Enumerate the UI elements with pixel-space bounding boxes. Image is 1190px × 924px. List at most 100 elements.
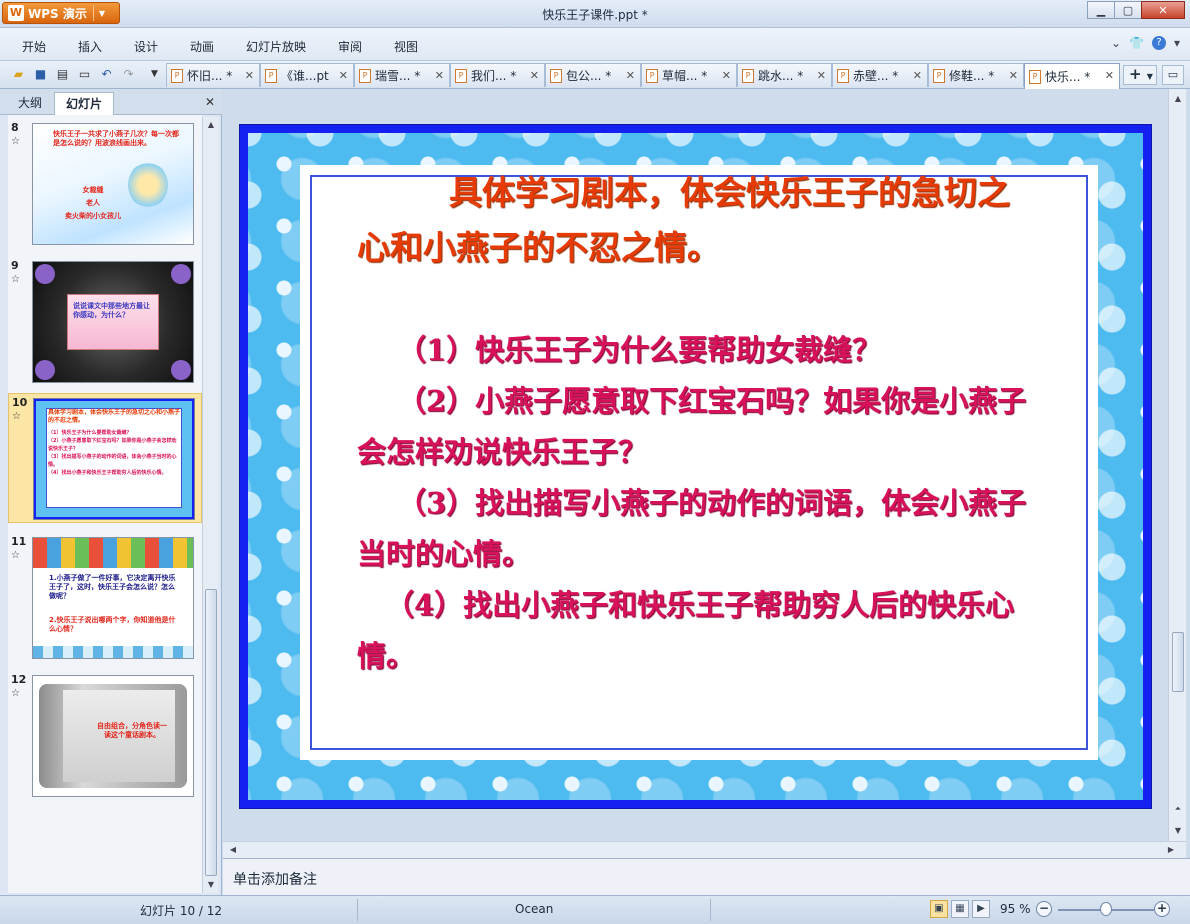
doc-tab-label: 跳水... *: [758, 69, 804, 83]
close-tab-icon[interactable]: ✕: [913, 69, 922, 82]
close-tab-icon[interactable]: ✕: [1009, 69, 1018, 82]
redo-icon[interactable]: ↷: [120, 66, 137, 83]
scrollbar-thumb[interactable]: [205, 589, 217, 876]
close-pane-icon[interactable]: ✕: [205, 95, 215, 109]
ppt-file-icon: P: [933, 68, 945, 83]
doc-tab-3[interactable]: P 瑞雪... * ✕: [354, 63, 450, 87]
ppt-file-icon: P: [359, 68, 371, 83]
slide-sorter-view-button[interactable]: ▦: [951, 900, 969, 918]
menu-design[interactable]: 设计: [134, 38, 158, 55]
zoom-in-button[interactable]: +: [1154, 901, 1170, 917]
close-tab-icon[interactable]: ✕: [245, 69, 254, 82]
pane-tabs: 大纲 幻灯片 ✕: [0, 89, 222, 115]
doc-tab-label: 包公... *: [566, 69, 612, 83]
close-tab-icon[interactable]: ✕: [817, 69, 826, 82]
thumb-text: 说说课文中那些地方最让你感动，为什么？: [73, 302, 150, 319]
menu-bar: 开始 插入 设计 动画 幻灯片放映 审阅 视图 ⌄ 👕 ? ▾: [0, 28, 1190, 61]
status-divider: [357, 899, 358, 921]
doc-tab-10-active[interactable]: P 快乐... * ✕: [1024, 63, 1120, 89]
doc-tab-9[interactable]: P 修鞋... * ✕: [928, 63, 1024, 87]
help-dropdown-icon[interactable]: ▾: [1174, 36, 1180, 50]
doc-tab-5[interactable]: P 包公... * ✕: [545, 63, 641, 87]
close-tab-icon[interactable]: ✕: [339, 69, 348, 82]
slide-thumbnail: 1.小燕子做了一件好事，它决定离开快乐王子了，这时，快乐王子会怎么说？怎么做呢？…: [32, 537, 194, 659]
slide-thumb-item-8[interactable]: 8 ☆ 快乐王子一共求了小燕子几次？每一次都是怎么说的？用波浪线画出来。 女裁缝…: [8, 119, 202, 247]
slide-item-1: （1）快乐王子为什么要帮助女裁缝？: [397, 333, 882, 367]
open-folder-icon[interactable]: ▰: [10, 66, 27, 83]
editor-horizontal-scrollbar[interactable]: ◀ ▶: [223, 841, 1186, 858]
menu-slideshow[interactable]: 幻灯片放映: [246, 38, 306, 55]
menu-animation[interactable]: 动画: [190, 38, 214, 55]
scroll-left-icon[interactable]: ◀: [225, 842, 241, 858]
animation-star-icon: ☆: [11, 136, 20, 147]
tab-outline[interactable]: 大纲: [8, 92, 52, 115]
thumbnail-scrollbar[interactable]: ▲ ▼: [202, 117, 218, 893]
scroll-up-icon[interactable]: ▲: [203, 117, 219, 133]
scroll-down-icon[interactable]: ▼: [1170, 823, 1186, 839]
slide-thumbnail: 具体学习剧本，体会快乐王子的急切之心和小燕子的不忍之情。 （1）快乐王子为什么要…: [33, 398, 195, 520]
status-bar: 幻灯片 10 / 12 Ocean ▣ ▦ ▶ 95 % − +: [0, 895, 1190, 924]
slide-thumbnail-list: 8 ☆ 快乐王子一共求了小燕子几次？每一次都是怎么说的？用波浪线画出来。 女裁缝…: [8, 115, 202, 893]
menu-insert[interactable]: 插入: [78, 38, 102, 55]
animation-star-icon: ☆: [11, 550, 20, 561]
close-window-button[interactable]: ✕: [1141, 1, 1185, 19]
doc-tab-8[interactable]: P 赤壁... * ✕: [832, 63, 928, 87]
menu-view[interactable]: 视图: [394, 38, 418, 55]
help-icon[interactable]: ?: [1151, 36, 1166, 50]
slide-thumb-item-12[interactable]: 12 ☆ 自由组合，分角色读一读这个童话剧本。: [8, 671, 202, 799]
doc-tab-1[interactable]: P 怀旧... * ✕: [166, 63, 260, 87]
doc-tab-6[interactable]: P 草帽... * ✕: [641, 63, 737, 87]
menu-home[interactable]: 开始: [22, 38, 46, 55]
save-icon[interactable]: ■: [32, 66, 49, 83]
slide-thumb-item-9[interactable]: 9 ☆ 说说课文中那些地方最让你感动，为什么？: [8, 257, 202, 385]
editor-vertical-scrollbar[interactable]: ▲ ⏶ ▼: [1168, 89, 1186, 841]
slide-title[interactable]: 具体学习剧本，体会快乐王子的急切之心和小燕子的不忍之情。: [357, 165, 1037, 275]
print-icon[interactable]: ▤: [54, 66, 71, 83]
flower-decoration: [171, 264, 191, 284]
scroll-right-icon[interactable]: ▶: [1163, 842, 1179, 858]
customize-toolbar-icon[interactable]: ▼: [146, 66, 163, 83]
normal-view-button[interactable]: ▣: [930, 900, 948, 918]
scroll-down-icon[interactable]: ▼: [203, 877, 219, 893]
new-tab-button[interactable]: + ▼: [1123, 65, 1157, 85]
skin-icon[interactable]: 👕: [1129, 36, 1144, 50]
doc-tab-7[interactable]: P 跳水... * ✕: [737, 63, 832, 87]
flower-decoration: [35, 360, 55, 380]
thumb-text: 自由组合，分角色读一读这个童话剧本。: [97, 722, 167, 739]
animation-star-icon: ☆: [11, 274, 20, 285]
doc-tab-4[interactable]: P 我们... * ✕: [450, 63, 545, 87]
close-tab-icon[interactable]: ✕: [626, 69, 635, 82]
slide-item-3: （3）找出描写小燕子的动作的词语，体会小燕子当时的心情。: [357, 486, 1027, 571]
doc-tab-2[interactable]: P 《谁...pt ✕: [260, 63, 354, 87]
scrollbar-thumb[interactable]: [1172, 632, 1184, 692]
collapse-ribbon-icon[interactable]: ⌄: [1111, 36, 1121, 50]
current-slide[interactable]: 具体学习剧本，体会快乐王子的急切之心和小燕子的不忍之情。 （1）快乐王子为什么要…: [239, 124, 1152, 809]
slideshow-view-button[interactable]: ▶: [972, 900, 990, 918]
notes-placeholder: 单击添加备注: [233, 872, 317, 888]
undo-icon[interactable]: ↶: [98, 66, 115, 83]
close-tab-icon[interactable]: ✕: [530, 69, 539, 82]
close-tab-icon[interactable]: ✕: [435, 69, 444, 82]
thumb-text: （1）快乐王子为什么要帮助女裁缝？ （2）小燕子愿意取下红宝石吗？如果你是小燕子…: [48, 430, 177, 476]
print-preview-icon[interactable]: ▭: [76, 66, 93, 83]
slide-thumb-item-10-selected[interactable]: 10 ☆ 具体学习剧本，体会快乐王子的急切之心和小燕子的不忍之情。 （1）快乐王…: [8, 393, 202, 523]
notes-pane[interactable]: 单击添加备注: [223, 858, 1190, 895]
zoom-out-button[interactable]: −: [1036, 901, 1052, 917]
menu-review[interactable]: 审阅: [338, 38, 362, 55]
ppt-file-icon: P: [265, 68, 277, 83]
slide-thumb-item-11[interactable]: 11 ☆ 1.小燕子做了一件好事，它决定离开快乐王子了，这时，快乐王子会怎么说？…: [8, 533, 202, 661]
tab-list-button[interactable]: ▭: [1162, 65, 1184, 85]
scroll-up-icon[interactable]: ▲: [1170, 91, 1186, 107]
close-tab-icon[interactable]: ✕: [722, 69, 731, 82]
doc-tab-label: 我们... *: [471, 69, 517, 83]
minimize-button[interactable]: ▁: [1087, 1, 1115, 19]
prev-slide-icon[interactable]: ⏶: [1170, 801, 1186, 817]
tab-slides[interactable]: 幻灯片: [54, 92, 114, 115]
close-tab-icon[interactable]: ✕: [1105, 69, 1114, 82]
zoom-level: 95 %: [1000, 902, 1031, 916]
window-title: 快乐王子课件.ppt *: [542, 8, 648, 22]
slide-body-text[interactable]: （1）快乐王子为什么要帮助女裁缝？ （2）小燕子愿意取下红宝石吗？如果你是小燕子…: [357, 325, 1037, 682]
zoom-slider-handle[interactable]: [1100, 902, 1112, 916]
thumb-text: 女裁缝 老人 卖火柴的小女孩儿: [65, 186, 121, 220]
maximize-button[interactable]: ▢: [1114, 1, 1142, 19]
